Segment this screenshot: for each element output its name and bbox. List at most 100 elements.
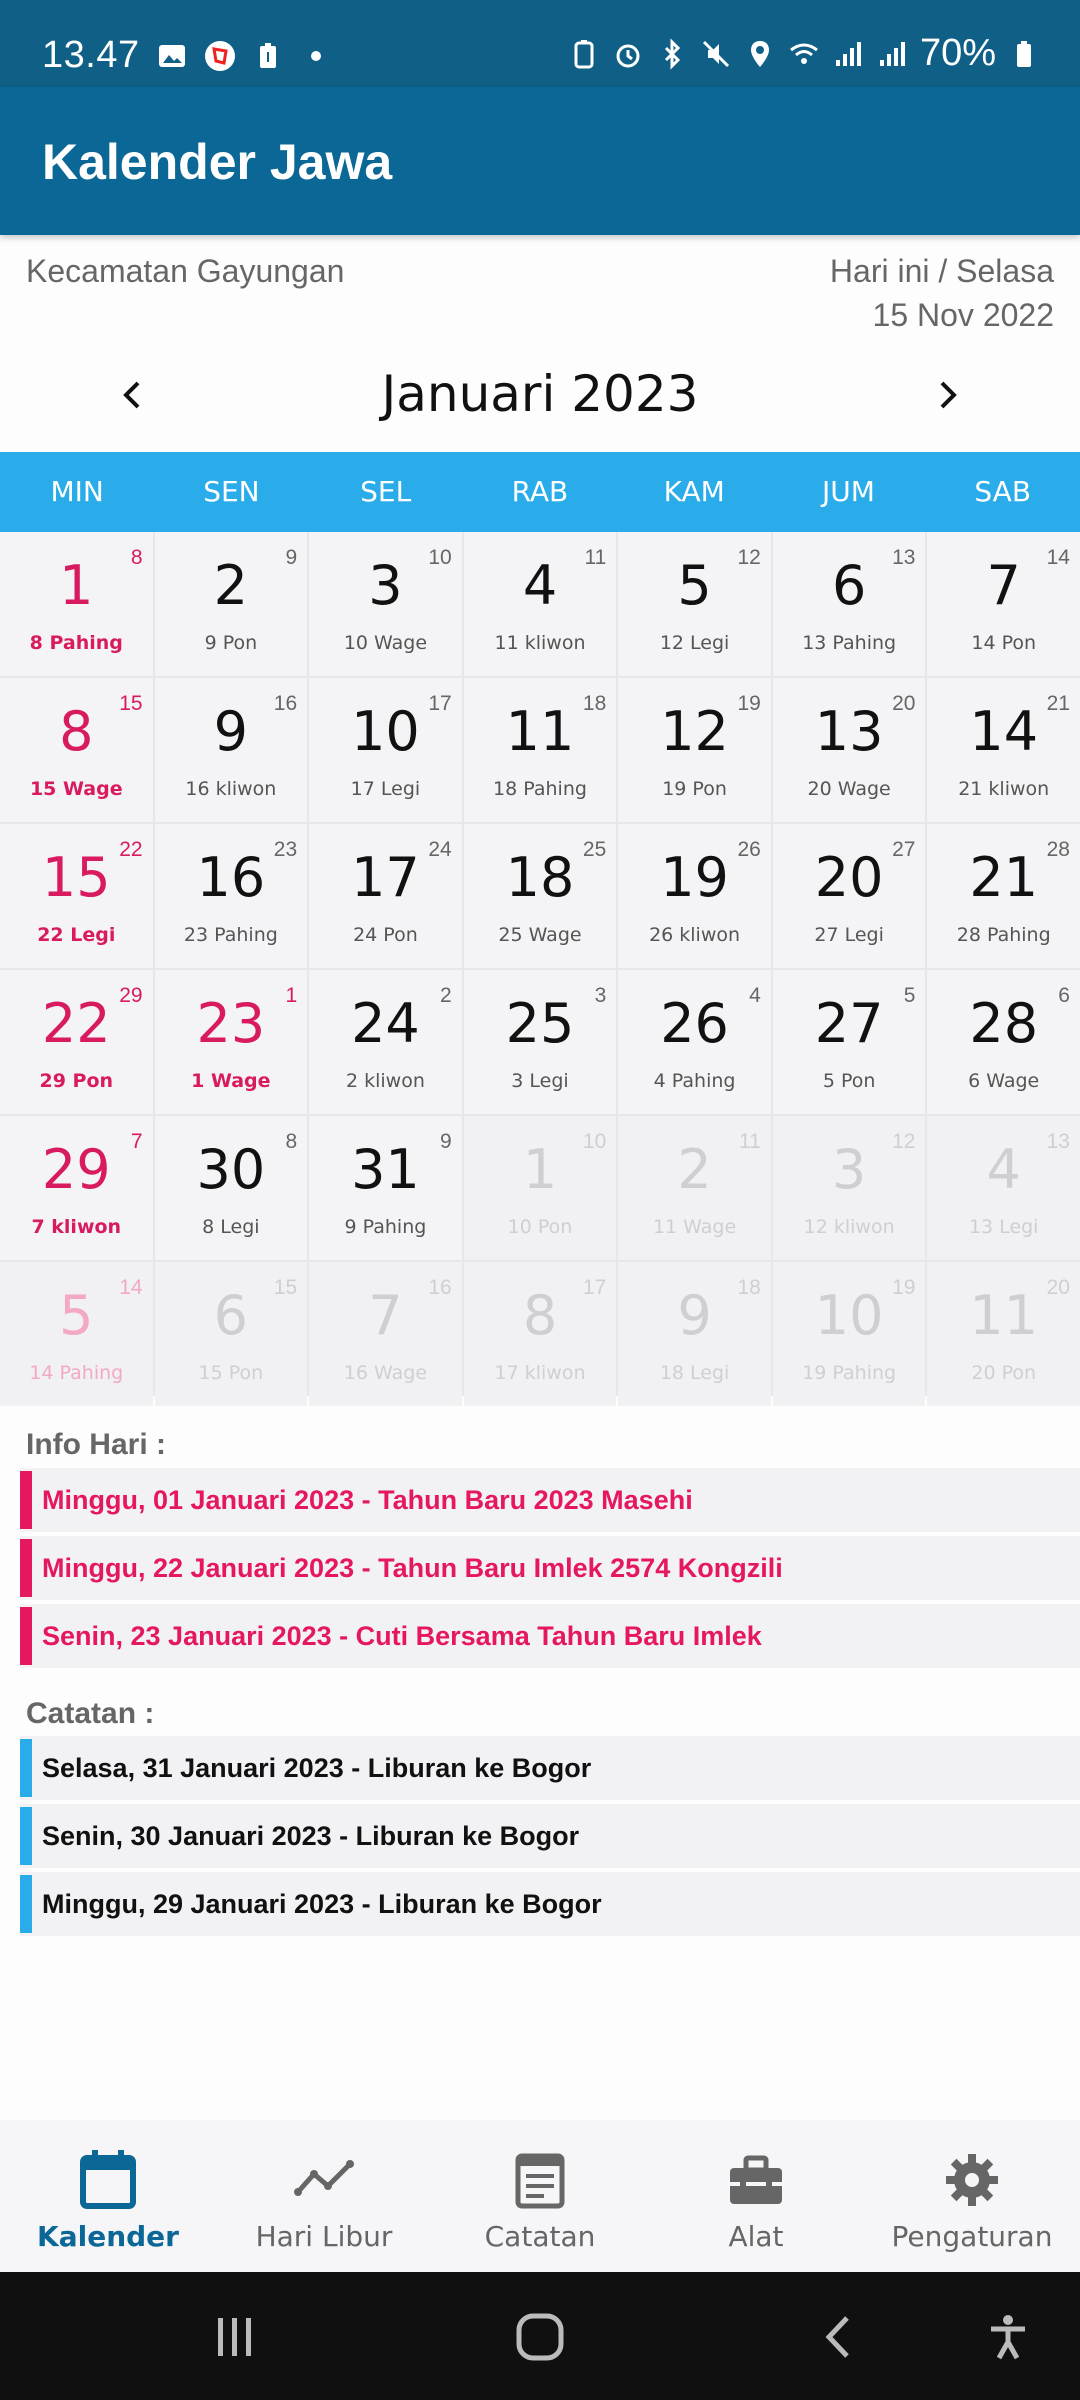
calendar-day-cell[interactable]: 929 Pon xyxy=(154,532,308,676)
next-month-button[interactable] xyxy=(916,363,980,427)
calendar-day-cell[interactable]: 1 23 1 Wage xyxy=(154,970,308,1114)
toolbox-icon xyxy=(730,2155,782,2204)
calendar-day-cell[interactable]: 19 10 19 Pahing xyxy=(772,1262,926,1406)
day-number: 4 xyxy=(522,554,558,617)
calendar-day-cell[interactable]: 16 9 16 kliwon xyxy=(154,678,308,822)
calendar-day-cell[interactable]: 15 6 15 Pon xyxy=(154,1262,308,1406)
calendar-day-cell[interactable]: 18 11 18 Pahing xyxy=(463,678,617,822)
calendar-day-cell[interactable]: 9 31 9 Pahing xyxy=(309,1116,462,1260)
day-number: 1 xyxy=(59,554,94,617)
note-item[interactable]: Selasa, 31 Januari 2023 - Liburan ke Bog… xyxy=(20,1736,1080,1800)
recent-apps-button[interactable] xyxy=(200,2302,270,2372)
calendar-day-cell[interactable]: 18 9 18 Legi xyxy=(618,1262,771,1406)
pasaran-label: 27 Legi xyxy=(814,924,884,946)
calendar-day-cell[interactable]: 8 30 8 Legi xyxy=(154,1116,308,1260)
calendar-day-cell[interactable]: 12 5 12 Legi xyxy=(618,532,771,676)
calendar-day-cell[interactable]: 20 13 20 Wage xyxy=(772,678,926,822)
weekday-label: SAB xyxy=(974,475,1032,508)
tab-alat[interactable]: Alat xyxy=(648,2120,864,2272)
calendar-day-cell[interactable]: 11 4 11 kliwon xyxy=(463,532,617,676)
notes-section-title: Catatan : xyxy=(26,1697,155,1730)
day-number: 28 xyxy=(969,992,1039,1055)
tab-label: Hari Libur xyxy=(255,2220,393,2253)
holiday-item-marker xyxy=(20,1471,32,1529)
app-title: Kalender Jawa xyxy=(42,134,393,190)
holiday-item[interactable]: Minggu, 01 Januari 2023 - Tahun Baru 202… xyxy=(20,1468,1080,1532)
note-item[interactable]: Senin, 30 Januari 2023 - Liburan ke Bogo… xyxy=(20,1804,1080,1868)
calendar-day-cell[interactable]: 16 7 16 Wage xyxy=(309,1262,462,1406)
calendar-grid: 818 Pahing 9 2 9 Pon 10 3 10 Wage 1 1 4 11 kliwon 1… xyxy=(0,532,1080,1406)
pasaran-label: 21 kliwon xyxy=(958,778,1050,800)
day-number: 1 xyxy=(522,1138,558,1201)
pasaran-label: 17 kliwon xyxy=(494,1362,586,1384)
day-number: 23 xyxy=(196,992,266,1055)
tab-catatan[interactable]: Catatan xyxy=(432,2120,648,2272)
day-number: 4 xyxy=(986,1138,1021,1201)
pasaran-label: 13 Pahing xyxy=(802,632,897,654)
pasaran-label: 11 kliwon xyxy=(494,632,586,654)
calendar-day-cell[interactable]: 29 22 29 Pon xyxy=(0,970,153,1114)
calendar-day-cell[interactable]: 13 4 13 Legi xyxy=(927,1116,1080,1260)
calendar-day-cell[interactable]: 28 21 28 Pahing xyxy=(927,824,1080,968)
calendar-day-cell[interactable]: 17 8 17 kliwon xyxy=(463,1262,617,1406)
pasaran-label: 1 Wage xyxy=(191,1070,271,1092)
weekday-label: MIN xyxy=(50,475,104,508)
accessibility-icon xyxy=(991,2315,1025,2360)
calendar-day-cell[interactable]: 17 10 17 Legi xyxy=(309,678,462,822)
calendar-day-cell[interactable]: 2 24 2 kliwon xyxy=(309,970,462,1114)
calendar-day-cell[interactable]: 14 5 14 Pahing xyxy=(0,1262,153,1406)
today-label[interactable]: Hari ini / Selasa xyxy=(830,253,1054,290)
accessibility-button[interactable] xyxy=(973,2302,1043,2372)
calendar-day-cell[interactable]: 21 14 21 kliwon xyxy=(927,678,1080,822)
day-number: 10 xyxy=(351,700,420,763)
app-notification-icon xyxy=(204,40,235,71)
calendar-day-cell[interactable]: 20 11 20 Pon xyxy=(927,1262,1080,1406)
calendar-day-cell[interactable]: 11 2 11 Wage xyxy=(618,1116,771,1260)
calendar-day-cell[interactable]: 7 29 7 kliwon xyxy=(0,1116,153,1260)
note-item-text: Senin, 30 Januari 2023 - Liburan ke Bogo… xyxy=(42,1820,580,1851)
pasaran-label: 9 Pon xyxy=(204,632,258,654)
weekday-label: KAM xyxy=(663,475,725,508)
tab-kalender[interactable]: Kalender xyxy=(0,2120,216,2272)
day-number: 26 xyxy=(660,992,729,1055)
notes-icon xyxy=(515,2153,565,2209)
calendar-day-cell[interactable]: 13 6 13 Pahing xyxy=(772,532,926,676)
pasaran-label: 4 Pahing xyxy=(653,1070,736,1092)
calendar-day-cell[interactable]: 27 20 27 Legi xyxy=(772,824,926,968)
holiday-item[interactable]: Minggu, 22 Januari 2023 - Tahun Baru Iml… xyxy=(20,1536,1080,1600)
pasaran-label: 18 Pahing xyxy=(493,778,587,800)
day-number: 7 xyxy=(986,554,1021,617)
pasaran-label: 23 Pahing xyxy=(183,924,278,946)
holiday-item-text: Minggu, 22 Januari 2023 - Tahun Baru Iml… xyxy=(42,1552,783,1583)
calendar-day-cell[interactable]: 24 17 24 Pon xyxy=(309,824,462,968)
holiday-item[interactable]: Senin, 23 Januari 2023 - Cuti Bersama Ta… xyxy=(20,1604,1080,1668)
pasaran-label: 24 Pon xyxy=(353,924,418,946)
calendar-day-cell[interactable]: 14 7 14 Pon xyxy=(927,532,1080,676)
calendar-day-cell[interactable]: 15 8 15 Wage xyxy=(0,678,153,822)
pasaran-label: 12 Legi xyxy=(659,632,730,654)
info-section-title: Info Hari : xyxy=(26,1428,166,1461)
back-button[interactable] xyxy=(805,2302,875,2372)
calendar-day-cell[interactable]: 19 12 19 Pon xyxy=(618,678,771,822)
calendar-day-cell[interactable]: 818 Pahing xyxy=(0,532,153,676)
tab-pengaturan[interactable]: Pengaturan xyxy=(864,2120,1080,2272)
calendar-day-cell[interactable]: 23 16 23 Pahing xyxy=(154,824,308,968)
calendar-day-cell[interactable]: 4 26 4 Pahing xyxy=(618,970,771,1114)
calendar-day-cell[interactable]: 10 3 10 Wage xyxy=(309,532,462,676)
calendar-day-cell[interactable]: 3 25 3 Legi xyxy=(463,970,617,1114)
calendar-day-cell[interactable]: 25 18 25 Wage xyxy=(463,824,617,968)
note-item[interactable]: Minggu, 29 Januari 2023 - Liburan ke Bog… xyxy=(20,1872,1080,1936)
calendar-day-cell[interactable]: 10 1 10 Pon xyxy=(463,1116,617,1260)
calendar-day-cell[interactable]: 26 19 26 kliwon xyxy=(618,824,771,968)
calendar-day-cell[interactable]: 6 28 6 Wage xyxy=(927,970,1080,1114)
day-number: 13 xyxy=(814,700,884,763)
calendar-day-cell[interactable]: 12 3 12 kliwon xyxy=(772,1116,926,1260)
tab-hari-libur[interactable]: Hari Libur xyxy=(216,2120,432,2272)
calendar-day-cell[interactable]: 22 15 22 Legi xyxy=(0,824,153,968)
day-number: 2 xyxy=(677,1138,712,1201)
weekday-label: SEL xyxy=(360,475,412,508)
today-date[interactable]: 15 Nov 2022 xyxy=(873,297,1054,334)
home-button[interactable] xyxy=(505,2302,575,2372)
calendar-day-cell[interactable]: 5 27 5 Pon xyxy=(772,970,926,1114)
day-number: 15 xyxy=(41,846,111,909)
